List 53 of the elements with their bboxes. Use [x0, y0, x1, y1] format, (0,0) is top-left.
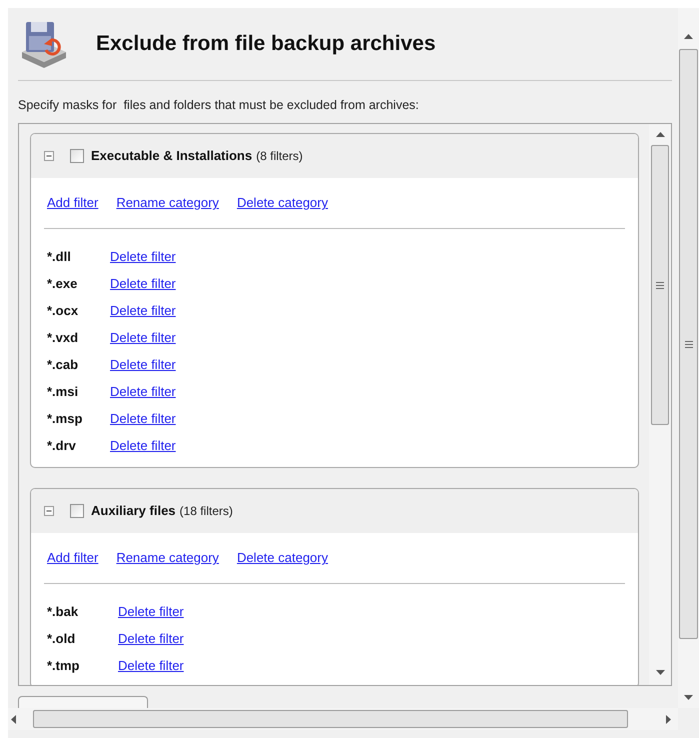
action-link[interactable]: Rename category	[116, 193, 219, 213]
filter-mask: *.tmp	[47, 656, 80, 675]
category-name: Auxiliary files	[91, 502, 176, 520]
scroll-thumb[interactable]	[33, 710, 628, 728]
instruction-text: Specify masks for files and folders that must be excluded from archives:	[18, 97, 420, 114]
filter-mask: *.ocx	[47, 302, 80, 320]
clipped-button[interactable]	[18, 696, 148, 708]
delete-filter-link[interactable]: Delete filter	[110, 246, 176, 266]
action-link[interactable]: Delete category	[236, 548, 328, 568]
filter-mask: *.exe	[47, 274, 78, 293]
delete-filter-link[interactable]: Delete filter	[110, 274, 176, 294]
filter-count: (18 filters)	[180, 503, 233, 520]
scroll-left-arrow-icon[interactable]	[11, 714, 16, 724]
horizontal-scrollbar[interactable]	[8, 708, 678, 730]
scroll-up-arrow-icon[interactable]	[684, 34, 693, 39]
filter-mask: *.vxd	[47, 328, 80, 347]
grip-icon	[684, 340, 692, 348]
collapse-icon[interactable]	[44, 151, 54, 161]
category-checkbox[interactable]	[70, 149, 84, 163]
outer-scrollbar[interactable]	[678, 8, 699, 708]
delete-filter-link[interactable]: Delete filter	[118, 656, 184, 676]
inner-scrollbar[interactable]	[649, 124, 671, 685]
filter-mask: *.dll	[47, 248, 72, 266]
filter-mask: *.cab	[47, 356, 80, 374]
delete-filter-link[interactable]: Delete filter	[110, 436, 176, 456]
filter-mask: *.msi	[47, 382, 80, 401]
filter-mask: *.drv	[47, 436, 77, 455]
filter-count: (8 filters)	[256, 148, 303, 165]
scroll-down-arrow-icon[interactable]	[684, 695, 693, 700]
action-link[interactable]: Add filter	[47, 548, 98, 568]
filter-mask: *.bak	[47, 602, 80, 621]
collapse-icon[interactable]	[44, 506, 54, 516]
delete-filter-link[interactable]: Delete filter	[110, 408, 176, 428]
delete-filter-link[interactable]: Delete filter	[118, 602, 184, 622]
delete-filter-link[interactable]: Delete filter	[110, 300, 176, 320]
delete-filter-link[interactable]: Delete filter	[118, 628, 184, 648]
scroll-thumb[interactable]	[679, 49, 698, 639]
scroll-right-arrow-icon[interactable]	[666, 714, 671, 724]
filter-mask: *.msp	[47, 410, 84, 428]
category-name: Executable & Installations	[91, 147, 252, 166]
scroll-thumb[interactable]	[651, 145, 669, 425]
action-link[interactable]: Add filter	[47, 193, 98, 213]
scroll-up-arrow-icon[interactable]	[656, 132, 664, 137]
delete-filter-link[interactable]: Delete filter	[110, 328, 176, 348]
action-link[interactable]: Delete category	[236, 193, 328, 213]
delete-filter-link[interactable]: Delete filter	[110, 382, 176, 402]
dialog-title: Exclude from file backup archives	[96, 31, 436, 58]
grip-icon	[656, 282, 664, 288]
scroll-down-arrow-icon[interactable]	[656, 670, 664, 675]
action-link[interactable]: Rename category	[116, 548, 219, 568]
category-checkbox[interactable]	[70, 504, 84, 518]
filter-mask: *.old	[47, 630, 76, 648]
delete-filter-link[interactable]: Delete filter	[110, 354, 176, 374]
